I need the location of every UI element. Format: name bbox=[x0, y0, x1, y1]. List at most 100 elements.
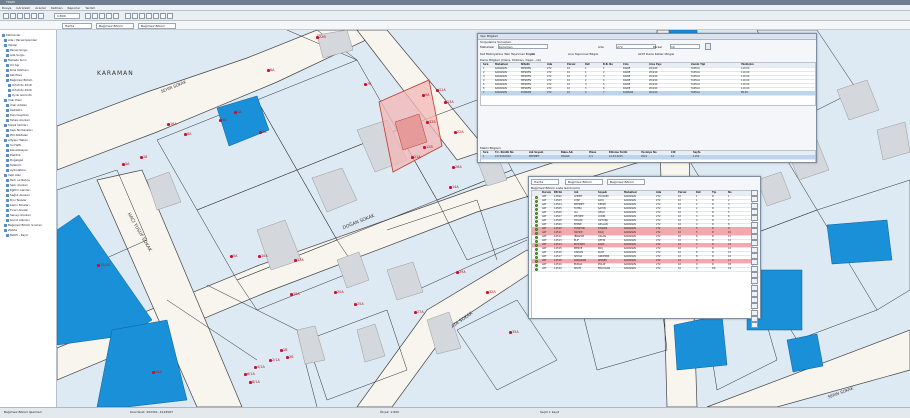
table-cell: 10 bbox=[678, 267, 682, 270]
tree-item[interactable]: Altyapı Hatları bbox=[4, 138, 28, 142]
forward-icon[interactable] bbox=[146, 13, 152, 19]
tool-button-icon[interactable] bbox=[751, 190, 758, 196]
tree-item[interactable]: Sokak İsimleri bbox=[4, 123, 28, 127]
new-icon[interactable] bbox=[3, 13, 9, 19]
tool-button-icon[interactable] bbox=[751, 284, 758, 291]
select-icon[interactable] bbox=[92, 13, 98, 19]
search-icon[interactable] bbox=[153, 13, 159, 19]
tree-item[interactable]: İmar Planı bbox=[4, 98, 22, 102]
print-icon[interactable] bbox=[24, 13, 30, 19]
filter-combo-1[interactable]: Harita bbox=[62, 23, 92, 29]
filter-combo-2[interactable]: Bağımsız Bölüm bbox=[96, 23, 134, 29]
table-row[interactable]: 7 KARAMAN DÜKKAN 272 10 0 7 DÜKKAN 40/240 TAPULU 8… bbox=[481, 91, 815, 96]
tool-button-icon[interactable] bbox=[751, 234, 758, 241]
tree-item[interactable]: Uydu Görüntü bbox=[8, 93, 32, 97]
tree-item[interactable]: Aydınlatma bbox=[6, 168, 26, 172]
table-cell: 85.00 bbox=[741, 91, 748, 94]
tree-item[interactable]: Kat Planı bbox=[6, 73, 22, 77]
zoom-out-icon[interactable] bbox=[38, 13, 44, 19]
parcel-label: 16A bbox=[170, 122, 177, 126]
refresh-icon[interactable] bbox=[125, 13, 131, 19]
parsel-field[interactable]: 10 bbox=[670, 44, 700, 49]
tree-item[interactable]: Kapı Numaraları bbox=[6, 128, 33, 132]
tree-item-label: Bina Katmanı bbox=[10, 68, 29, 72]
tree-item[interactable]: Katmanlar bbox=[2, 33, 20, 37]
table-row[interactable]: 1 1572XXXXXX MEHMET HASAN 1/1 12.03.2015 4521 1… bbox=[481, 155, 815, 160]
tree-item[interactable]: Ortofoto 2018 bbox=[8, 83, 32, 87]
tree-item[interactable]: Bağımsız Bölüm bbox=[6, 78, 32, 82]
tree-item[interactable]: MAKS - Kayıt bbox=[6, 233, 28, 237]
tool-button-icon[interactable] bbox=[751, 271, 758, 278]
tool-button-icon[interactable] bbox=[751, 240, 758, 247]
tree-item[interactable]: Ada / Parsel İşlemleri bbox=[4, 38, 37, 42]
tree-item[interactable]: Eğitim Alanları bbox=[6, 188, 30, 192]
tool-button-icon[interactable] bbox=[751, 246, 758, 253]
tree-item[interactable]: Yapılar bbox=[4, 43, 17, 47]
table-row[interactable]: AKT 14520 SELİM ERDOĞAN KARAMAN 272 10 0 DK 19 bbox=[532, 267, 752, 272]
tree-item[interactable]: Telekom bbox=[6, 163, 21, 167]
tab-unit-1[interactable]: Bağımsız Bölüm bbox=[565, 179, 603, 185]
tree-item[interactable]: Sağlık Alanları bbox=[6, 193, 30, 197]
tree-item[interactable]: Yol Ağı bbox=[6, 63, 19, 67]
tool-button-icon[interactable] bbox=[751, 290, 758, 297]
tree-item[interactable]: Dini Tesisler bbox=[6, 198, 27, 202]
tree-item[interactable]: Bina Katmanı bbox=[6, 68, 29, 72]
tool-button-icon[interactable] bbox=[751, 215, 758, 222]
tool-button-icon[interactable] bbox=[751, 322, 758, 329]
tree-item[interactable]: Ada Sorgu bbox=[6, 53, 24, 57]
tool-button-icon[interactable] bbox=[751, 253, 758, 259]
tree-item[interactable]: Tapu Kayıtları bbox=[6, 113, 29, 117]
info-icon[interactable] bbox=[106, 13, 112, 19]
tool-button-icon[interactable] bbox=[751, 227, 758, 234]
tool-button-icon[interactable] bbox=[751, 278, 758, 285]
tree-item[interactable]: Su Hattı bbox=[6, 143, 21, 147]
ruler-icon[interactable] bbox=[167, 13, 173, 19]
save-icon[interactable] bbox=[17, 13, 23, 19]
tree-item[interactable]: Kamu Binaları bbox=[6, 203, 30, 207]
search-button-icon[interactable] bbox=[705, 43, 711, 50]
tree-item[interactable]: Park ve Bahçe bbox=[6, 178, 30, 182]
measure-icon[interactable] bbox=[99, 13, 105, 19]
tool-button-icon[interactable] bbox=[751, 259, 758, 266]
mahalle-field[interactable]: Karaman bbox=[498, 44, 548, 49]
tree-item[interactable]: Mahalle Sınırı bbox=[4, 58, 27, 62]
zoom-combo[interactable]: 1:800 bbox=[54, 13, 80, 19]
layer-icon[interactable] bbox=[113, 13, 119, 19]
tree-item[interactable]: İmar Adaları bbox=[6, 103, 27, 107]
tree-item[interactable]: Yeşil Alan bbox=[4, 173, 21, 177]
ada-field[interactable]: 272 bbox=[616, 44, 656, 49]
tree-item[interactable]: Konut Alanları bbox=[6, 218, 30, 222]
table-cell: 14520 bbox=[554, 267, 562, 270]
tool-button-icon[interactable] bbox=[751, 303, 758, 310]
tree-item[interactable]: Sanayi Alanları bbox=[6, 213, 31, 217]
tool-button-icon[interactable] bbox=[751, 221, 758, 228]
tree-item[interactable]: Elektrik bbox=[6, 153, 21, 157]
tree-item[interactable]: Parsel Sorgu bbox=[6, 48, 27, 52]
pan-icon[interactable] bbox=[85, 13, 91, 19]
filter-combo-3[interactable]: Bağımsız Bölüm bbox=[138, 23, 176, 29]
tab-unit-2[interactable]: Bağımsız Bölüm bbox=[607, 179, 645, 185]
tree-item[interactable]: Zabıta bbox=[4, 228, 17, 232]
open-icon[interactable] bbox=[10, 13, 16, 19]
tool-button-icon[interactable] bbox=[751, 297, 758, 304]
tab-map[interactable]: Harita bbox=[531, 179, 559, 185]
back-icon[interactable] bbox=[139, 13, 145, 19]
tree-item[interactable]: Ticari Alanlar bbox=[6, 208, 28, 212]
tool-button-icon[interactable] bbox=[751, 265, 758, 272]
tool-button-icon[interactable] bbox=[751, 309, 758, 316]
tree-item[interactable]: Doğalgaz bbox=[6, 158, 23, 162]
tree-item[interactable]: Spor Alanları bbox=[6, 183, 28, 187]
tool-button-icon[interactable] bbox=[751, 202, 758, 209]
zoom-in-icon[interactable] bbox=[31, 13, 37, 19]
tree-item[interactable]: POI Noktaları bbox=[6, 133, 28, 137]
tree-item[interactable]: Bağımsız Bölüm Sınırları bbox=[4, 223, 42, 227]
tree-item[interactable]: Kadastro bbox=[6, 108, 22, 112]
home-icon[interactable] bbox=[132, 13, 138, 19]
tree-item[interactable]: Ortofoto 2020 bbox=[8, 88, 32, 92]
tool-button-icon[interactable] bbox=[751, 316, 758, 322]
tool-button-icon[interactable] bbox=[751, 208, 758, 215]
draw-icon[interactable] bbox=[160, 13, 166, 19]
tool-button-icon[interactable] bbox=[751, 196, 758, 203]
tree-item[interactable]: Tahsis Alanları bbox=[6, 118, 30, 122]
tree-item[interactable]: Kanalizasyon bbox=[6, 148, 28, 152]
